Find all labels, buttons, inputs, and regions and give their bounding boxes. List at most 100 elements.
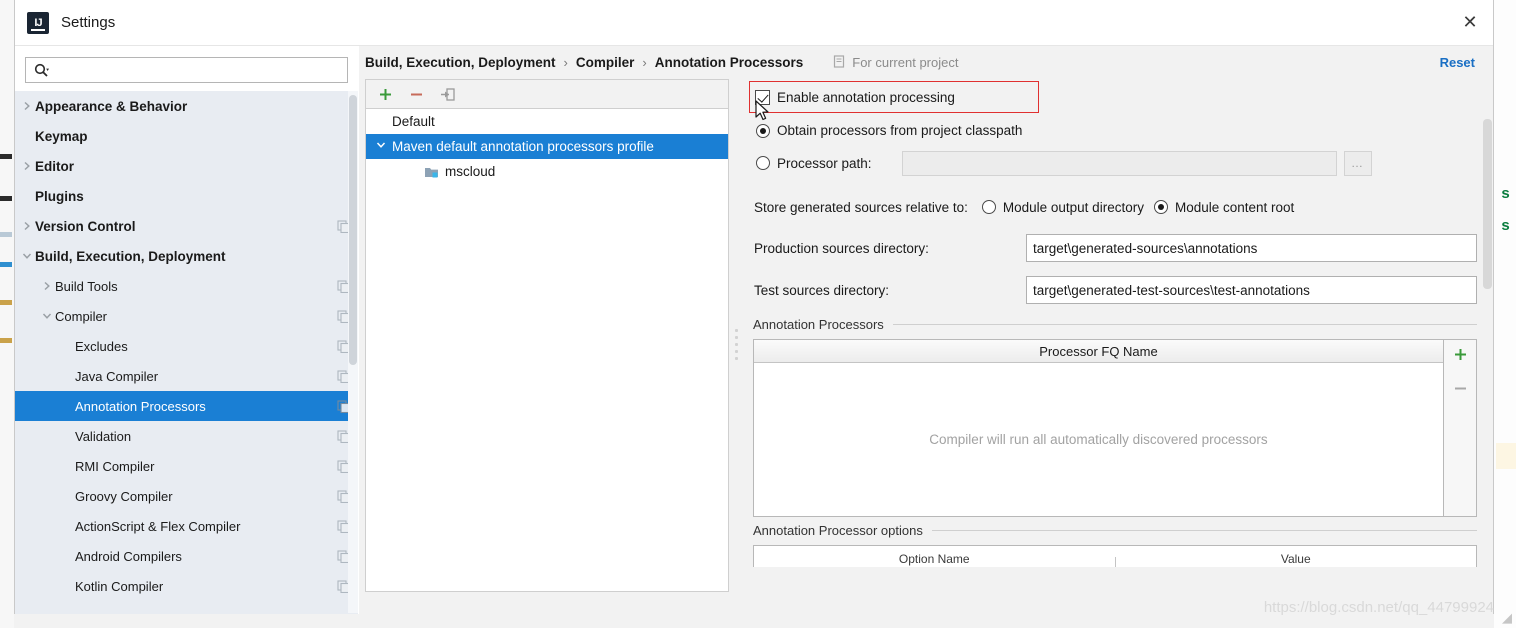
profile-row-label: mscloud	[445, 164, 496, 179]
sidebar-item-build-tools[interactable]: Build Tools	[15, 271, 358, 301]
sidebar-item-label: Android Compilers	[75, 548, 182, 564]
chevron-down-icon[interactable]	[39, 311, 55, 321]
profile-row-mscloud[interactable]: mscloud	[366, 159, 728, 184]
breadcrumb-separator: ›	[563, 55, 568, 70]
dialog-title: Settings	[61, 14, 116, 31]
sidebar-scrollbar-thumb[interactable]	[349, 95, 357, 365]
processor-path-browse-button[interactable]: …	[1343, 150, 1372, 176]
chevron-right-icon[interactable]	[39, 281, 55, 291]
profile-row-maven-default-annotation-processors-profile[interactable]: Maven default annotation processors prof…	[366, 134, 728, 159]
breadcrumb-separator: ›	[642, 55, 647, 70]
sidebar-item-label: Validation	[75, 428, 132, 444]
sidebar-item-kotlin-compiler[interactable]: Kotlin Compiler	[15, 571, 358, 601]
breadcrumb-item-0[interactable]: Build, Execution, Deployment	[365, 55, 556, 70]
background-highlight	[1496, 443, 1516, 469]
background-code-glyph: s	[1500, 186, 1510, 203]
obtain-from-classpath-row[interactable]: Obtain processors from project classpath	[745, 115, 1477, 146]
sidebar-item-excludes[interactable]: Excludes	[15, 331, 358, 361]
search-icon	[34, 63, 49, 78]
profile-row-default[interactable]: Default	[366, 109, 728, 134]
content-panes: Default Maven default annotation processo…	[359, 79, 1493, 614]
sidebar-scrollbar[interactable]	[348, 91, 358, 613]
profile-row-label: Maven default annotation processors prof…	[392, 139, 654, 154]
annotation-processors-group: Annotation Processors Processor FQ Name …	[745, 317, 1477, 517]
chevron-right-icon[interactable]	[19, 101, 35, 111]
sidebar-item-android-compilers[interactable]: Android Compilers	[15, 541, 358, 571]
sidebar-item-label: Java Compiler	[75, 368, 159, 384]
sidebar-item-plugins[interactable]: Plugins	[15, 181, 358, 211]
sidebar-item-keymap[interactable]: Keymap	[15, 121, 358, 151]
module-output-directory-option[interactable]: Module output directory	[981, 200, 1144, 215]
production-sources-input[interactable]	[1026, 234, 1477, 262]
processor-path-input[interactable]	[901, 150, 1337, 176]
chevron-right-icon[interactable]	[19, 161, 35, 171]
chevron-right-icon[interactable]	[19, 221, 35, 231]
options-column-value[interactable]: Value	[1116, 546, 1477, 567]
dialog-titlebar: IJ Settings ✕	[15, 0, 1493, 46]
sidebar-item-label: ActionScript & Flex Compiler	[75, 518, 241, 534]
profiles-toolbar	[365, 79, 729, 108]
sidebar-item-label: RMI Compiler	[75, 458, 155, 474]
sidebar-item-label: Groovy Compiler	[75, 488, 173, 504]
sidebar-item-rmi-compiler[interactable]: RMI Compiler	[15, 451, 358, 481]
options-group-title: Annotation Processor options	[753, 523, 923, 538]
test-sources-input[interactable]	[1026, 276, 1477, 304]
enable-annotation-processing-checkbox[interactable]	[755, 89, 770, 105]
sidebar-item-annotation-processors[interactable]: Annotation Processors	[15, 391, 358, 421]
module-content-root-option[interactable]: Module content root	[1153, 200, 1294, 215]
search-area	[15, 46, 358, 91]
profile-row-label: Default	[392, 114, 435, 129]
sidebar-item-validation[interactable]: Validation	[15, 421, 358, 451]
breadcrumb-item-1[interactable]: Compiler	[576, 55, 635, 70]
store-generated-sources-row: Store generated sources relative to: Mod…	[745, 187, 1477, 227]
annotation-processor-options-group: Annotation Processor options Option Name…	[745, 523, 1477, 567]
reset-button[interactable]: Reset	[1440, 55, 1475, 70]
module-output-directory-radio[interactable]	[981, 200, 996, 214]
move-to-profile-icon[interactable]	[440, 87, 456, 102]
sidebar-item-appearance-behavior[interactable]: Appearance & Behavior	[15, 91, 358, 121]
search-input[interactable]	[53, 61, 347, 79]
processors-table-wrap: Processor FQ Name Compiler will run all …	[753, 339, 1477, 517]
sidebar-item-label: Keymap	[35, 128, 88, 144]
obtain-from-classpath-radio[interactable]	[756, 123, 770, 138]
sidebar-item-groovy-compiler[interactable]: Groovy Compiler	[15, 481, 358, 511]
profiles-list: Default Maven default annotation processo…	[365, 108, 729, 592]
chevron-down-icon[interactable]	[19, 251, 35, 261]
pane-splitter[interactable]	[729, 79, 745, 614]
settings-scrollbar-thumb[interactable]	[1483, 119, 1492, 289]
options-table[interactable]: Option Name Value	[753, 545, 1477, 567]
processors-table[interactable]: Processor FQ Name Compiler will run all …	[753, 339, 1444, 517]
module-content-root-radio[interactable]	[1153, 200, 1168, 214]
production-sources-row: Production sources directory:	[745, 227, 1477, 269]
test-sources-label: Test sources directory:	[754, 282, 890, 298]
store-generated-sources-label: Store generated sources relative to:	[754, 199, 968, 215]
search-box[interactable]	[25, 57, 348, 83]
background-code-glyph: s	[1500, 218, 1510, 235]
chevron-down-icon[interactable]	[376, 140, 392, 153]
processor-path-radio[interactable]	[756, 156, 770, 170]
sidebar-item-java-compiler[interactable]: Java Compiler	[15, 361, 358, 391]
processor-path-row[interactable]: Processor path: …	[745, 146, 1477, 180]
obtain-from-classpath-label: Obtain processors from project classpath	[777, 123, 1023, 138]
sidebar-item-actionscript-flex-compiler[interactable]: ActionScript & Flex Compiler	[15, 511, 358, 541]
production-sources-label: Production sources directory:	[754, 240, 929, 256]
breadcrumb: Build, Execution, Deployment › Compiler …	[359, 46, 1493, 79]
settings-scrollbar[interactable]	[1482, 79, 1493, 614]
sidebar-item-version-control[interactable]: Version Control	[15, 211, 358, 241]
add-profile-button[interactable]	[378, 87, 393, 102]
annotation-processors-group-header: Annotation Processors	[753, 317, 1477, 332]
profiles-pane: Default Maven default annotation processo…	[359, 79, 729, 614]
sidebar-item-compiler[interactable]: Compiler	[15, 301, 358, 331]
add-processor-button[interactable]	[1453, 347, 1468, 365]
options-column-name[interactable]: Option Name	[754, 546, 1115, 567]
processors-table-header[interactable]: Processor FQ Name	[754, 340, 1443, 363]
sidebar-item-editor[interactable]: Editor	[15, 151, 358, 181]
options-group-header: Annotation Processor options	[753, 523, 1477, 538]
close-icon[interactable]: ✕	[1447, 0, 1493, 45]
remove-profile-button[interactable]	[409, 87, 424, 102]
enable-annotation-processing-row[interactable]: Enable annotation processing	[745, 79, 1477, 115]
sidebar-item-label: Compiler	[55, 308, 108, 324]
background-left-strip	[0, 0, 14, 628]
remove-processor-button[interactable]	[1453, 381, 1468, 399]
sidebar-item-build-execution-deployment[interactable]: Build, Execution, Deployment	[15, 241, 358, 271]
